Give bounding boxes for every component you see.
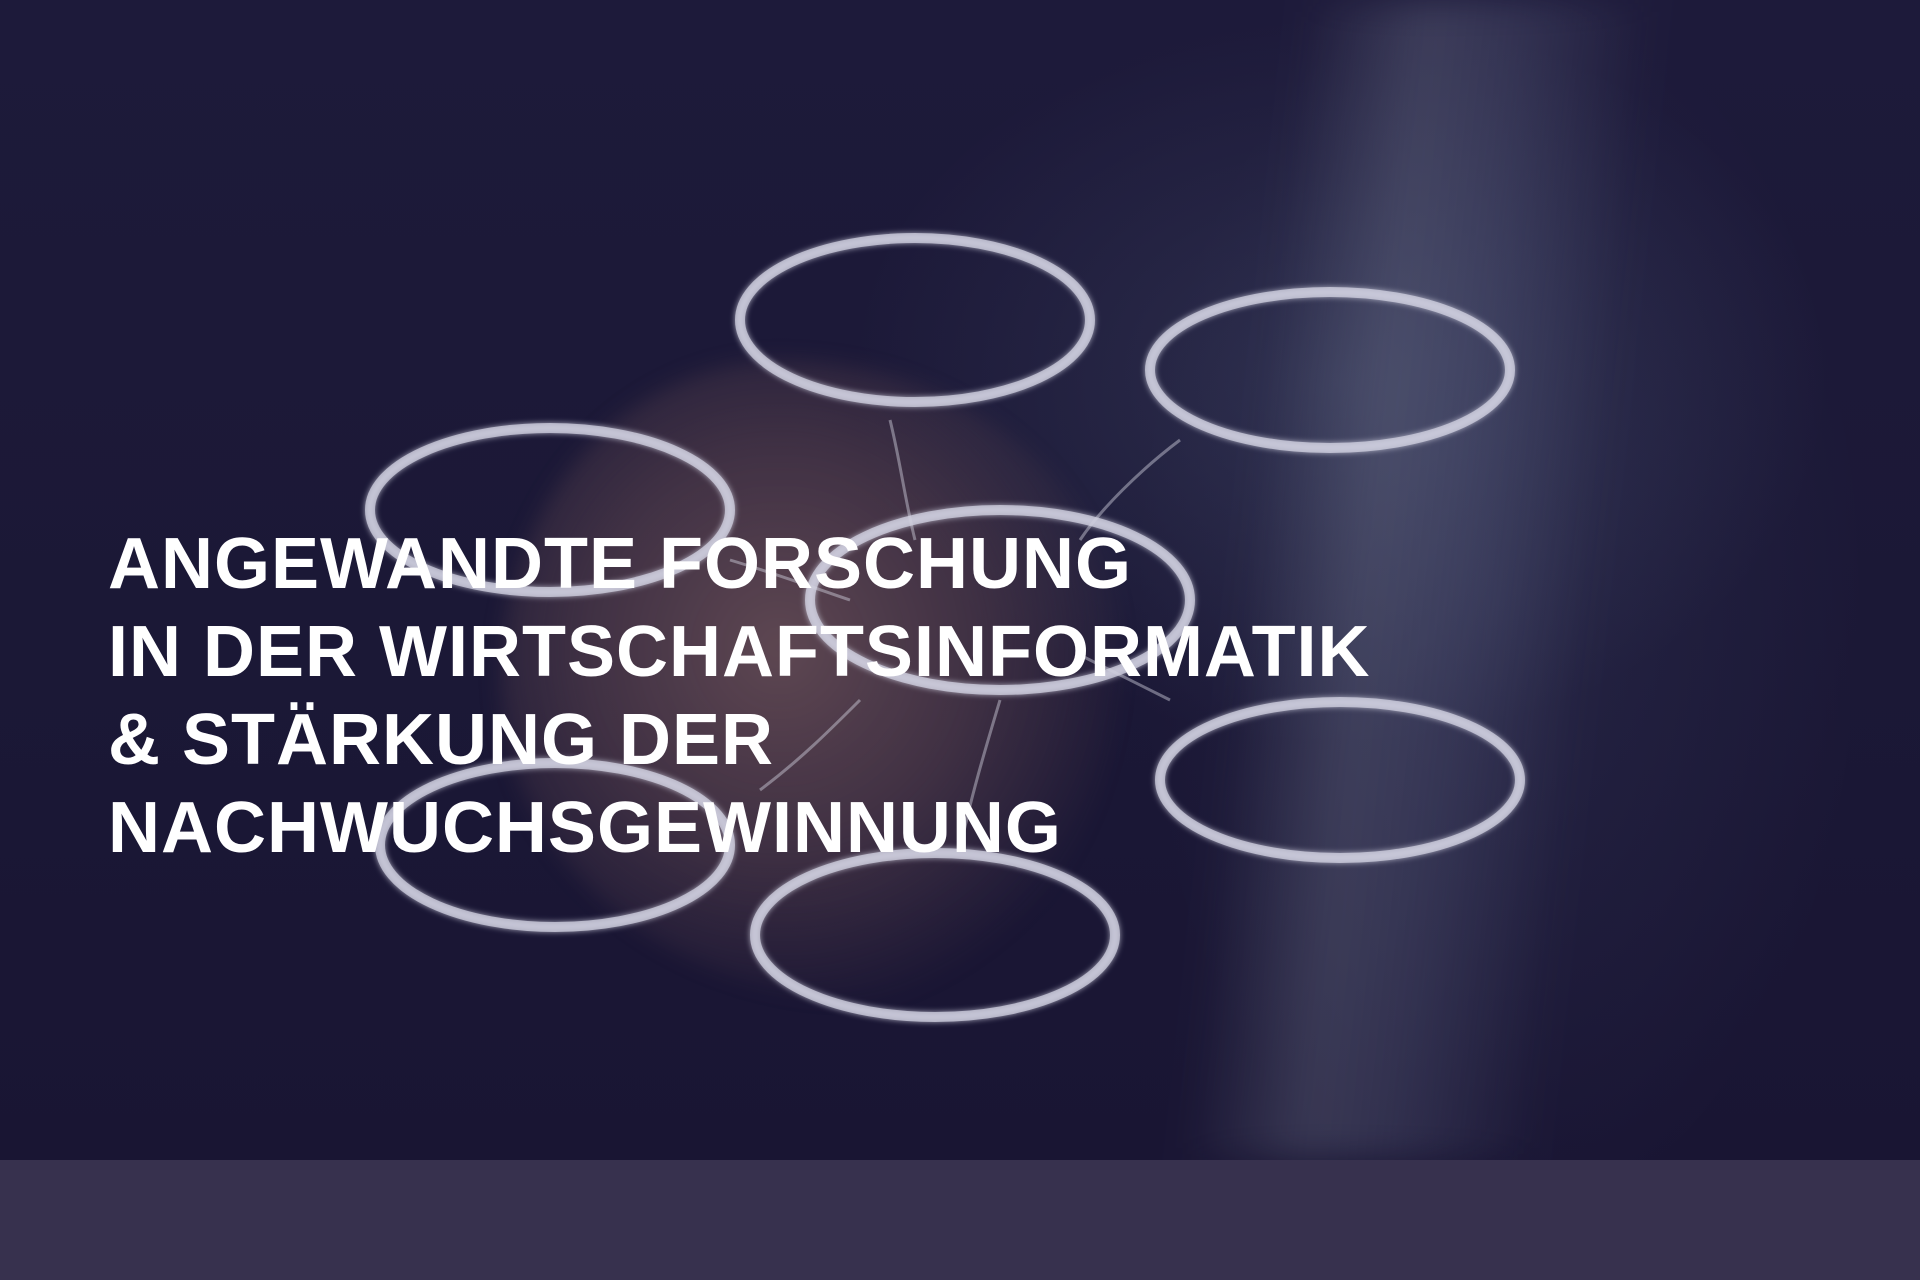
page-title: ANGEWANDTE FORSCHUNG IN DER WIRTSCHAFTSI…	[108, 520, 1858, 872]
footer-band	[0, 1160, 1920, 1280]
hero-image: ANGEWANDTE FORSCHUNG IN DER WIRTSCHAFTSI…	[0, 0, 1920, 1160]
title-line-2: IN DER WIRTSCHAFTSINFORMATIK	[108, 612, 1371, 692]
title-line-3: & STÄRKUNG DER	[108, 700, 775, 780]
title-line-4: NACHWUCHSGEWINNUNG	[108, 788, 1062, 868]
title-line-1: ANGEWANDTE FORSCHUNG	[108, 524, 1132, 604]
diagram-ring-top	[735, 233, 1095, 407]
diagram-ring-top-right	[1145, 287, 1515, 453]
diagram-ring-bottom	[750, 848, 1120, 1022]
